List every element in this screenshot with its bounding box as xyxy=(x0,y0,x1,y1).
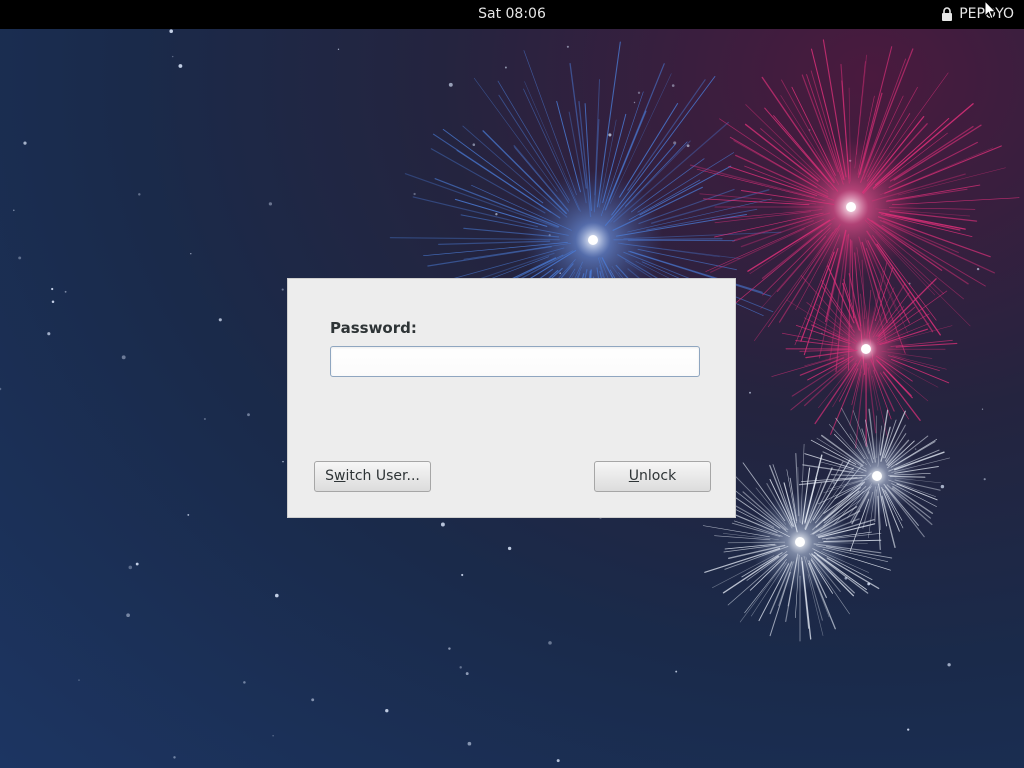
star xyxy=(940,484,945,489)
switch-user-mnemonic: w xyxy=(334,468,346,484)
star xyxy=(243,681,246,684)
star xyxy=(976,267,980,271)
star xyxy=(128,565,133,570)
firework-streak xyxy=(627,79,706,191)
star xyxy=(495,213,498,216)
star xyxy=(440,522,445,527)
star xyxy=(675,670,678,673)
lock-icon xyxy=(942,7,953,21)
star xyxy=(218,318,222,322)
star xyxy=(983,478,986,481)
star xyxy=(673,141,677,145)
password-input[interactable] xyxy=(330,346,700,377)
star xyxy=(914,448,917,450)
star xyxy=(275,593,279,598)
firework-streak xyxy=(462,125,568,218)
firework-core xyxy=(846,202,856,212)
mouse-pointer-icon xyxy=(984,0,997,20)
star xyxy=(633,101,636,104)
star xyxy=(459,666,462,669)
star xyxy=(47,332,51,336)
firework-streak xyxy=(613,121,729,223)
star xyxy=(385,709,389,713)
star xyxy=(268,202,273,206)
star xyxy=(247,413,250,417)
switch-user-label-prefix: S xyxy=(325,468,335,484)
star xyxy=(64,290,67,293)
star xyxy=(413,192,416,196)
star xyxy=(507,546,512,551)
firework-streak xyxy=(523,50,577,196)
star xyxy=(281,288,284,291)
star xyxy=(448,82,453,87)
switch-user-label-suffix: itch User... xyxy=(345,468,420,484)
star xyxy=(51,287,54,291)
unlock-label-suffix: nlock xyxy=(639,468,677,484)
star xyxy=(169,29,173,33)
firework-pink-small xyxy=(771,259,958,449)
star xyxy=(23,141,27,145)
star xyxy=(566,45,569,48)
firework-streak xyxy=(889,125,974,182)
firework-streak xyxy=(727,541,786,544)
firework-core xyxy=(795,537,805,547)
firework-core xyxy=(588,235,598,245)
star xyxy=(504,66,507,69)
firework-core xyxy=(861,344,871,354)
star xyxy=(907,728,910,731)
star xyxy=(671,84,675,87)
star xyxy=(548,641,552,645)
firework-streak xyxy=(497,80,570,201)
star xyxy=(556,759,560,763)
star xyxy=(126,613,130,618)
star xyxy=(465,672,469,676)
star xyxy=(190,253,192,255)
star xyxy=(13,209,15,212)
star xyxy=(51,300,55,303)
star xyxy=(171,55,174,58)
star xyxy=(78,679,80,681)
firework-streak xyxy=(611,76,716,216)
star xyxy=(749,391,751,394)
star xyxy=(203,417,206,421)
star xyxy=(178,64,183,68)
top-bar: Sat 08:06 PEPOYO xyxy=(0,0,1024,29)
star xyxy=(187,513,190,516)
star xyxy=(173,756,176,759)
star xyxy=(138,193,141,196)
star xyxy=(272,735,274,737)
user-menu[interactable]: PEPOYO xyxy=(941,6,1014,22)
unlock-mnemonic: U xyxy=(628,468,640,484)
firework-core xyxy=(872,471,882,481)
firework-streak xyxy=(639,165,732,216)
star xyxy=(135,562,139,566)
star xyxy=(461,573,464,577)
firework-streak xyxy=(569,63,587,189)
star xyxy=(981,408,984,410)
clock[interactable]: Sat 08:06 xyxy=(0,6,1024,22)
password-label: Password: xyxy=(330,319,417,337)
star xyxy=(947,663,951,667)
star xyxy=(467,741,472,746)
star xyxy=(637,91,641,94)
star xyxy=(0,387,2,391)
star xyxy=(448,647,451,650)
unlock-button[interactable]: Unlock xyxy=(594,461,711,492)
star xyxy=(282,460,284,463)
star xyxy=(608,133,612,137)
star xyxy=(472,143,476,146)
switch-user-button[interactable]: Switch User... xyxy=(314,461,431,492)
star xyxy=(18,256,22,260)
unlock-dialog: Password: Switch User... Unlock xyxy=(287,278,736,518)
star xyxy=(337,48,340,50)
star xyxy=(121,355,126,360)
star xyxy=(311,698,315,702)
